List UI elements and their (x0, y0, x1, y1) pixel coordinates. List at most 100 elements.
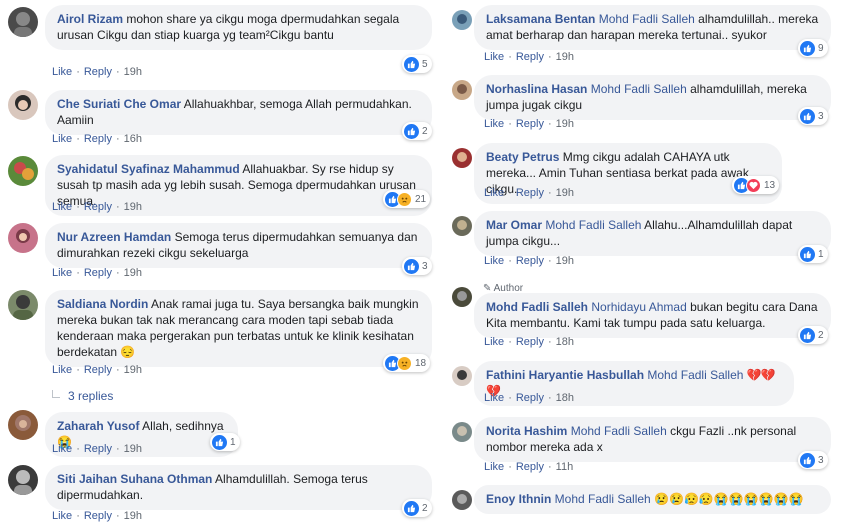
timestamp[interactable]: 19h (124, 510, 142, 522)
commenter-name[interactable]: Che Suriati Che Omar (57, 97, 181, 111)
comment-actions: Like · Reply · 19h (52, 510, 143, 522)
reaction-summary[interactable]: 13 (732, 176, 780, 194)
timestamp[interactable]: 19h (124, 201, 142, 213)
like-button[interactable]: Like (52, 443, 72, 455)
avatar[interactable] (8, 290, 38, 320)
avatar[interactable] (8, 90, 38, 120)
timestamp[interactable]: 11h (556, 461, 574, 473)
like-button[interactable]: Like (52, 133, 72, 145)
like-button[interactable]: Like (52, 510, 72, 522)
avatar[interactable] (8, 410, 38, 440)
like-button[interactable]: Like (52, 66, 72, 78)
commenter-name[interactable]: Laksamana Bentan (486, 12, 595, 26)
commenter-name[interactable]: Beaty Petrus (486, 150, 559, 164)
like-button[interactable]: Like (484, 461, 504, 473)
reaction-summary[interactable]: 1 (210, 433, 240, 451)
reply-button[interactable]: Reply (84, 443, 112, 455)
reaction-summary[interactable]: 2 (798, 326, 828, 344)
commenter-name[interactable]: Enoy Ithnin (486, 492, 551, 506)
commenter-name[interactable]: Norhaslina Hasan (486, 82, 587, 96)
avatar[interactable] (8, 223, 38, 253)
commenter-name[interactable]: Norita Hashim (486, 424, 567, 438)
view-replies-link[interactable]: 3 replies (52, 389, 113, 403)
tagged-user[interactable]: Mohd Fadli Salleh (647, 368, 743, 382)
reply-button[interactable]: Reply (516, 461, 544, 473)
reply-button[interactable]: Reply (84, 364, 112, 376)
timestamp[interactable]: 19h (124, 267, 142, 279)
avatar[interactable] (452, 216, 472, 236)
commenter-name[interactable]: Saldiana Nordin (57, 297, 148, 311)
avatar[interactable] (452, 10, 472, 30)
avatar[interactable] (8, 465, 38, 495)
timestamp[interactable]: 19h (556, 118, 574, 130)
like-button[interactable]: Like (52, 267, 72, 279)
reaction-summary[interactable]: 18 (383, 354, 431, 372)
like-button[interactable]: Like (484, 255, 504, 267)
like-button[interactable]: Like (484, 118, 504, 130)
tagged-user[interactable]: Norhidayu Ahmad (591, 300, 686, 314)
reply-button[interactable]: Reply (84, 66, 112, 78)
reply-button[interactable]: Reply (84, 267, 112, 279)
reply-arrow-icon (52, 390, 60, 398)
avatar[interactable] (8, 7, 38, 37)
reaction-summary[interactable]: 2 (402, 499, 432, 517)
timestamp[interactable]: 19h (556, 187, 574, 199)
reaction-summary[interactable]: 3 (798, 451, 828, 469)
reaction-summary[interactable]: 9 (798, 39, 828, 57)
avatar[interactable] (452, 366, 472, 386)
reply-button[interactable]: Reply (516, 51, 544, 63)
timestamp[interactable]: 19h (556, 51, 574, 63)
like-button[interactable]: Like (484, 392, 504, 404)
love-reaction-icon (746, 177, 761, 193)
like-button[interactable]: Like (484, 187, 504, 199)
avatar[interactable] (452, 148, 472, 168)
comment-mohd-fadli-salleh: ✎ Author Mohd Fadli Salleh Norhidayu Ahm… (446, 272, 852, 354)
tagged-user[interactable]: Mohd Fadli Salleh (545, 218, 641, 232)
reply-button[interactable]: Reply (84, 510, 112, 522)
commenter-name[interactable]: Zaharah Yusof (57, 419, 139, 433)
reply-button[interactable]: Reply (516, 392, 544, 404)
like-button[interactable]: Like (484, 51, 504, 63)
reaction-summary[interactable]: 2 (402, 122, 432, 140)
reaction-summary[interactable]: 5 (402, 55, 432, 73)
like-button[interactable]: Like (52, 364, 72, 376)
reaction-summary[interactable]: 3 (798, 107, 828, 125)
reply-button[interactable]: Reply (84, 201, 112, 213)
avatar[interactable] (452, 287, 472, 307)
reply-button[interactable]: Reply (516, 336, 544, 348)
avatar[interactable] (452, 80, 472, 100)
tagged-user[interactable]: Mohd Fadli Salleh (571, 424, 667, 438)
reply-button[interactable]: Reply (516, 255, 544, 267)
avatar[interactable] (452, 490, 472, 510)
timestamp[interactable]: 19h (124, 364, 142, 376)
timestamp[interactable]: 19h (556, 255, 574, 267)
reaction-count: 3 (818, 454, 824, 466)
commenter-name[interactable]: Mar Omar (486, 218, 542, 232)
tagged-user[interactable]: Mohd Fadli Salleh (555, 492, 651, 506)
reply-button[interactable]: Reply (516, 118, 544, 130)
commenter-name[interactable]: Syahidatul Syafinaz Mahammud (57, 162, 240, 176)
avatar[interactable] (8, 156, 38, 186)
reply-button[interactable]: Reply (516, 187, 544, 199)
timestamp[interactable]: 16h (124, 133, 142, 145)
reaction-summary[interactable]: 3 (402, 257, 432, 275)
avatar[interactable] (452, 422, 472, 442)
comment-actions: Like · Reply · 19h (484, 255, 575, 267)
reaction-summary[interactable]: 1 (798, 245, 828, 263)
commenter-name[interactable]: Siti Jaihan Suhana Othman (57, 472, 212, 486)
timestamp[interactable]: 18h (556, 336, 574, 348)
commenter-name[interactable]: Airol Rizam (57, 12, 123, 26)
like-button[interactable]: Like (484, 336, 504, 348)
reaction-count: 2 (422, 502, 428, 514)
timestamp[interactable]: 19h (124, 443, 142, 455)
tagged-user[interactable]: Mohd Fadli Salleh (599, 12, 695, 26)
reply-button[interactable]: Reply (84, 133, 112, 145)
reaction-summary[interactable]: 21 (383, 190, 431, 208)
tagged-user[interactable]: Mohd Fadli Salleh (591, 82, 687, 96)
commenter-name[interactable]: Nur Azreen Hamdan (57, 230, 171, 244)
timestamp[interactable]: 19h (124, 66, 142, 78)
commenter-name[interactable]: Mohd Fadli Salleh (486, 300, 588, 314)
like-button[interactable]: Like (52, 201, 72, 213)
commenter-name[interactable]: Fathini Haryantie Hasbullah (486, 368, 644, 382)
timestamp[interactable]: 18h (556, 392, 574, 404)
